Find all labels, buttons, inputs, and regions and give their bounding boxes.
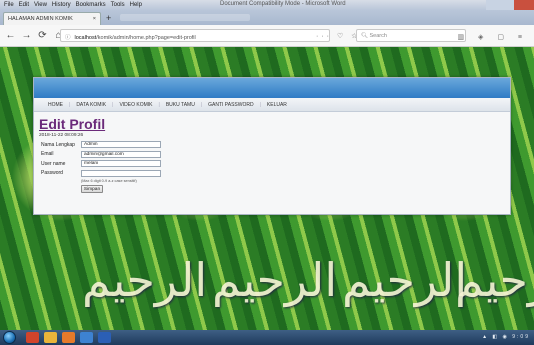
menu-data-komik[interactable]: DATA KOMIK [70, 102, 112, 108]
reload-icon[interactable]: ⟳ [37, 30, 48, 41]
firefox-icon[interactable] [62, 332, 75, 343]
menu-home[interactable]: HOME [42, 102, 69, 108]
menu-help[interactable]: Help [130, 2, 142, 8]
menu-bookmarks[interactable]: Bookmarks [76, 2, 106, 8]
username-input[interactable] [81, 160, 161, 168]
back-arrow-icon[interactable]: ← [5, 30, 16, 41]
timestamp: 2018-11-22 08:09:26 [39, 133, 84, 138]
form-row-email: Email [39, 150, 505, 160]
form-row-nama: Nama Lengkap [39, 140, 505, 150]
search-input[interactable]: 🔍︎ Search [356, 29, 466, 42]
address-bar[interactable]: ⓘ localhost/komik/admin/home.php?page=edi… [60, 29, 330, 42]
close-window-button[interactable] [514, 0, 534, 10]
form-row-password: Password [39, 169, 505, 179]
menu-history[interactable]: History [52, 2, 71, 8]
form-row-username: User name [39, 159, 505, 169]
maximize-button[interactable] [500, 0, 514, 10]
taskbar-app-icon[interactable] [26, 332, 39, 343]
calligraphy-image: الرحيم [212, 253, 338, 307]
window-menubar: File Edit View History Bookmarks Tools H… [0, 0, 534, 10]
toolbar-extension-icons[interactable]: ▥ ◈ ▢ ≡ [457, 33, 528, 41]
tab-halaman-admin[interactable]: HALAMAN ADMIN KOMIK × [3, 12, 101, 25]
menu-edit[interactable]: Edit [19, 2, 29, 8]
email-label: Email [41, 151, 54, 158]
blurred-tab-area [120, 14, 250, 21]
page-title[interactable]: Edit Profil [39, 117, 505, 132]
calligraphy-image: الرحيم [455, 253, 534, 307]
calligraphy-image: الرحيم [342, 253, 468, 307]
system-tray: ▲ ◧ ◉ 9:09 [482, 334, 530, 340]
menu-file[interactable]: File [4, 2, 14, 8]
password-label: Password [41, 170, 63, 177]
save-button[interactable]: Simpan [81, 185, 103, 193]
menu-ganti-password[interactable]: GANTI PASSWORD [202, 102, 259, 108]
windows-taskbar: ▲ ◧ ◉ 9:09 [0, 330, 534, 345]
tab-close-icon[interactable]: × [93, 16, 96, 22]
nav-toolbar: ← → ⟳ ⌂ ⓘ localhost/komik/admin/home.php?… [0, 25, 534, 47]
tab-label: HALAMAN ADMIN KOMIK [8, 16, 73, 22]
password-hint: (Max 6 digit 0-9 a-z case sensitif) [81, 179, 137, 183]
folder-icon[interactable] [44, 332, 57, 343]
search-placeholder: Search [369, 33, 387, 39]
clock: 9:09 [512, 334, 530, 340]
menu-view[interactable]: View [34, 2, 47, 8]
window-title: Document Compatibility Mode - Microsoft … [220, 1, 346, 7]
admin-panel: HOME | DATA KOMIK | VIDEO KOMIK | BUKU TAMU… [33, 77, 511, 215]
menu-keluar[interactable]: KELUAR [261, 102, 293, 108]
menu-tools[interactable]: Tools [111, 2, 125, 8]
password-input[interactable] [81, 169, 161, 177]
tab-strip: HALAMAN ADMIN KOMIK × + [0, 10, 534, 25]
edit-profile-section: Edit Profil 2018-11-22 08:09:26 Nama Len… [34, 112, 510, 198]
forward-arrow-icon[interactable]: → [21, 30, 32, 41]
new-tab-button[interactable]: + [106, 13, 111, 23]
info-icon[interactable]: ⓘ [65, 35, 71, 41]
taskbar-app-icon[interactable] [80, 332, 93, 343]
nama-label: Nama Lengkap [41, 141, 75, 148]
url-path: /komik/admin/home.php?page=edit-profil [96, 35, 196, 41]
calligraphy-image: الرحيم [82, 253, 208, 307]
start-button[interactable] [3, 331, 16, 344]
word-icon[interactable] [98, 332, 111, 343]
menu-video-komik[interactable]: VIDEO KOMIK [113, 102, 158, 108]
window-controls [486, 0, 534, 10]
main-menu: HOME | DATA KOMIK | VIDEO KOMIK | BUKU TAMU… [34, 98, 510, 112]
page-actions-icon[interactable]: ··· ♡ ☆ [316, 32, 360, 40]
url-host: localhost [74, 35, 97, 41]
username-label: User name [41, 160, 66, 167]
header-banner [34, 78, 510, 98]
profile-form: Nama Lengkap Email User name Password (M… [39, 140, 505, 193]
search-icon: 🔍︎ [361, 33, 370, 39]
email-input[interactable] [81, 150, 161, 158]
minimize-button[interactable] [486, 0, 500, 10]
menu-buku-tamu[interactable]: BUKU TAMU [160, 102, 201, 108]
nama-input[interactable] [81, 141, 161, 149]
